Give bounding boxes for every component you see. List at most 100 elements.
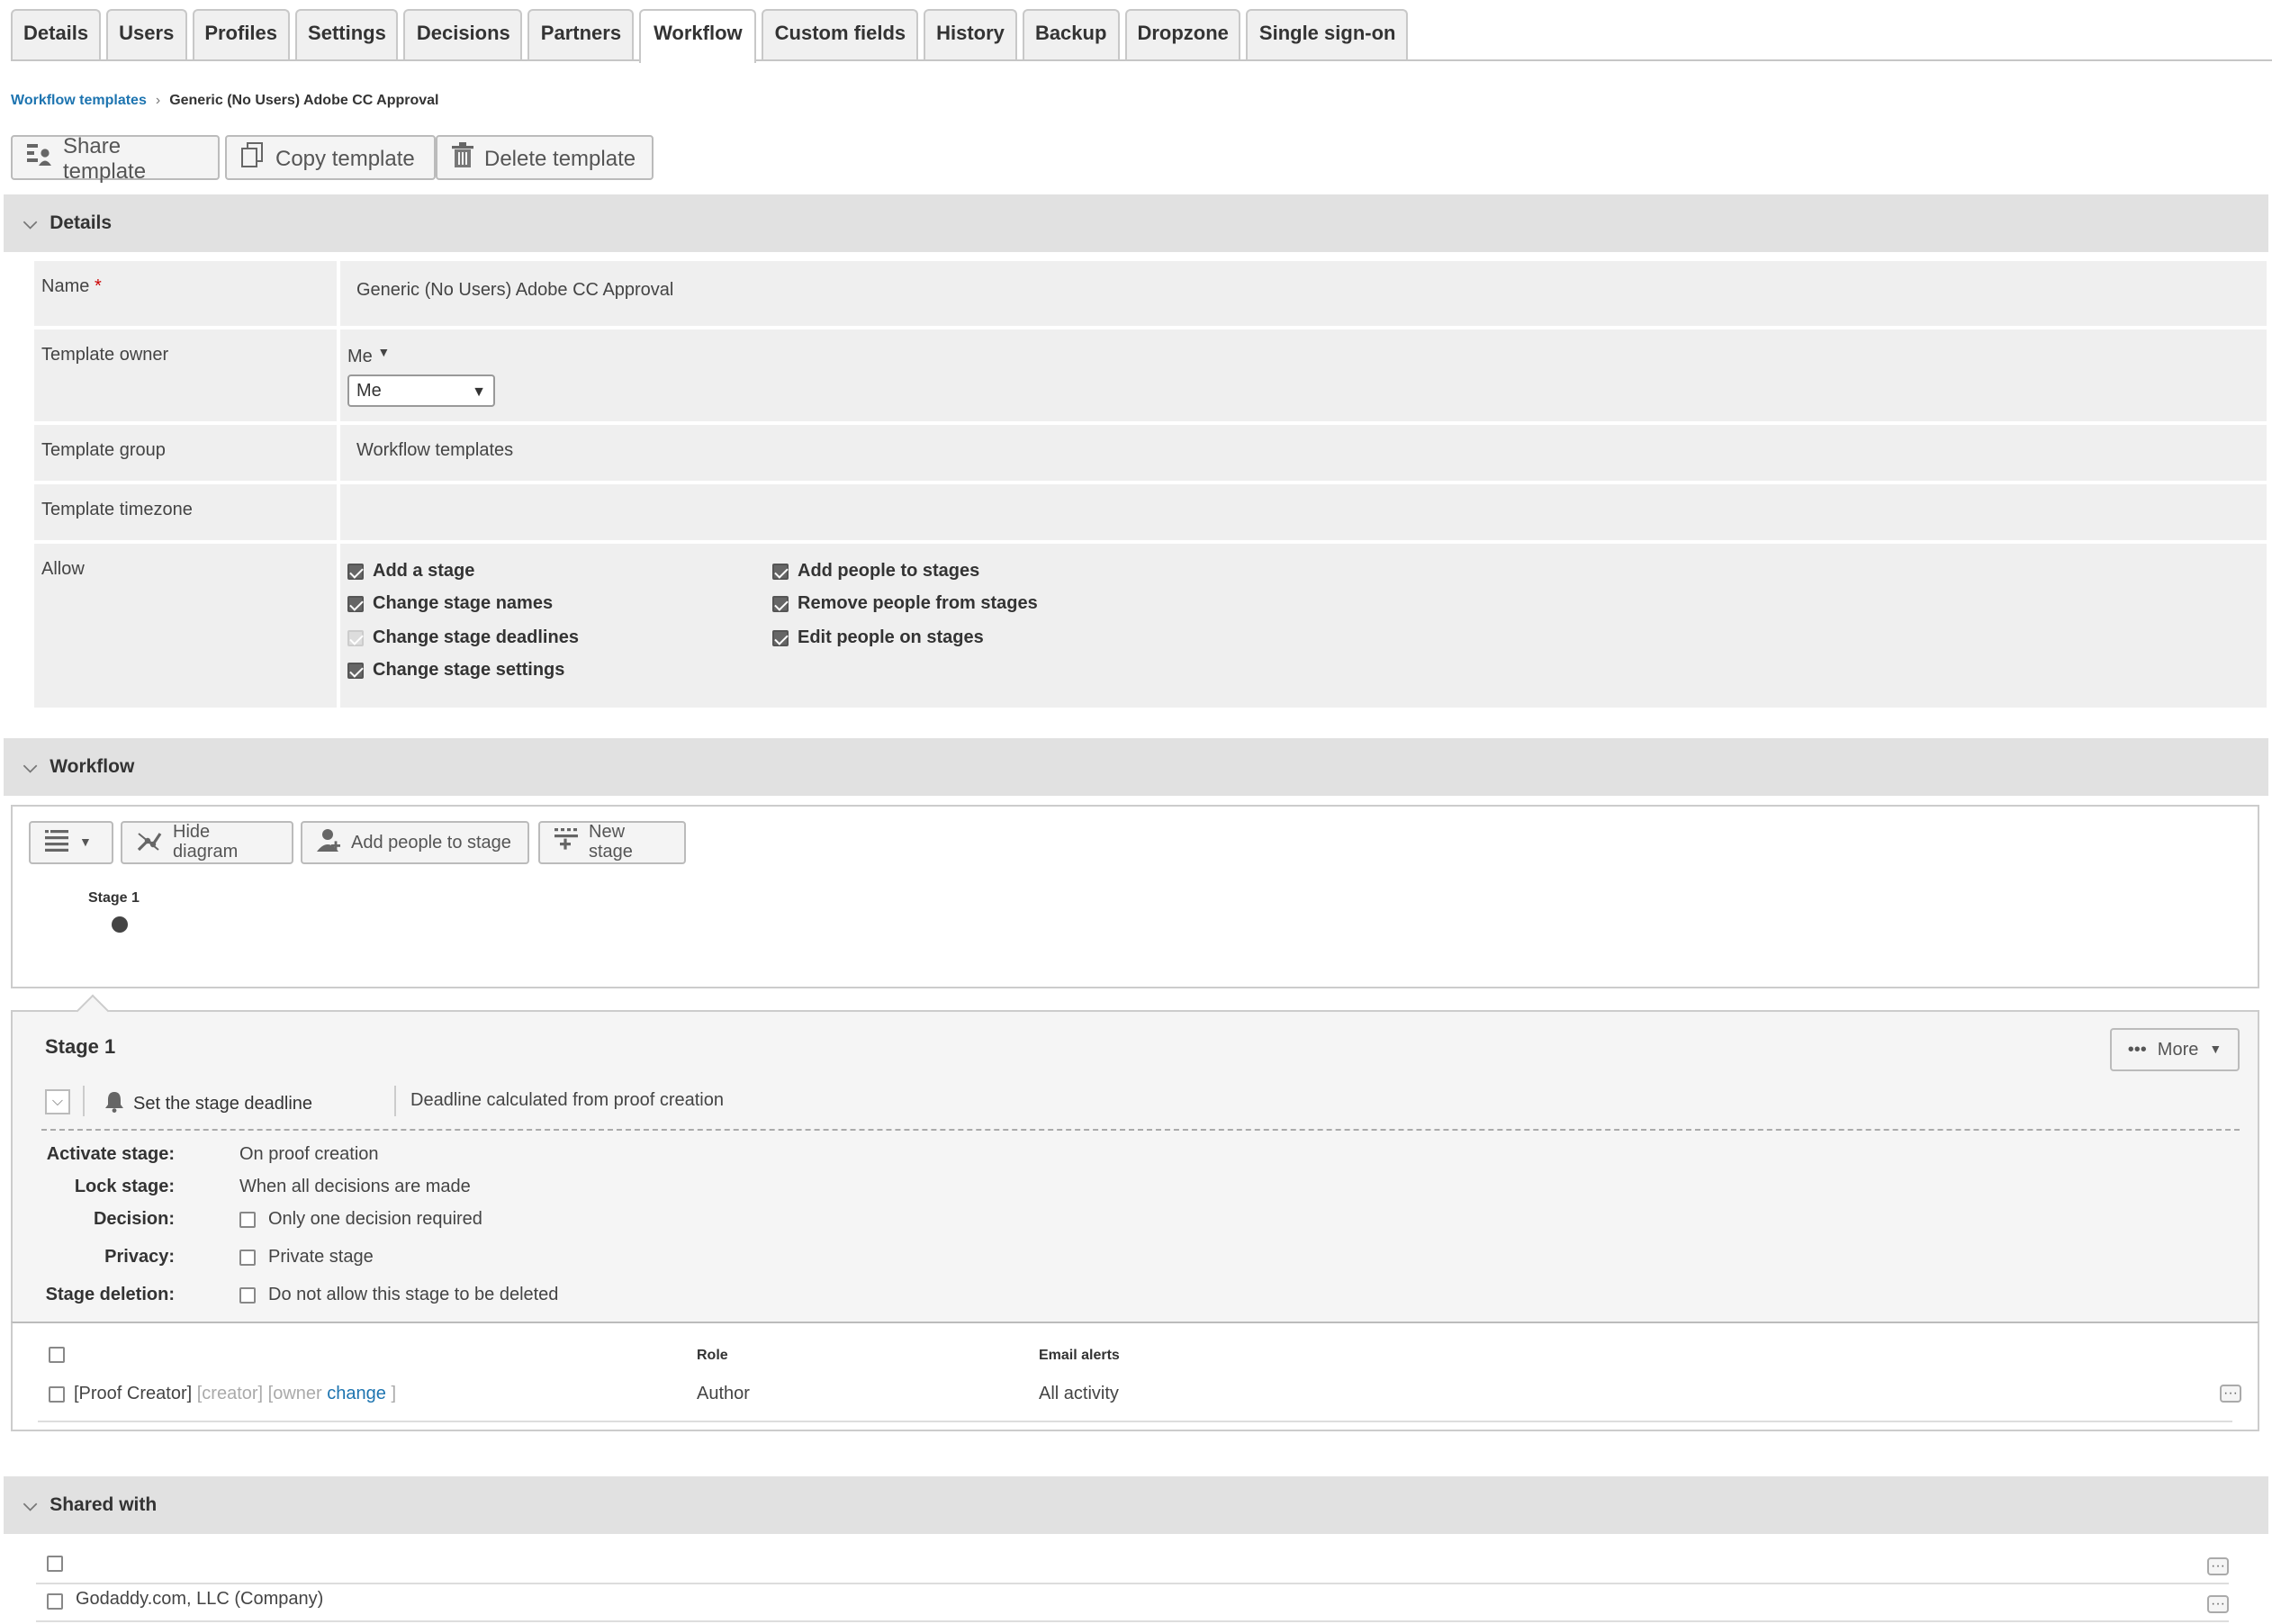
required-mark: * [94, 277, 102, 297]
add-people-to-stage-button[interactable]: Add people to stage [301, 821, 529, 864]
copy-template-button[interactable]: Copy template [225, 135, 436, 180]
panel-pointer [76, 994, 110, 1028]
lock-stage-label: Lock stage: [13, 1177, 175, 1203]
diagram-stage-node[interactable] [112, 916, 128, 933]
name-label: Name * [34, 261, 337, 326]
share-template-button[interactable]: Share template [11, 132, 220, 183]
checkbox[interactable] [772, 596, 789, 612]
row-actions-ellipsis-icon[interactable]: ··· [2220, 1385, 2241, 1403]
workflow-section-header[interactable]: ⌵ Workflow [4, 738, 2268, 796]
view-menu-button[interactable]: ▼ [29, 821, 113, 864]
group-value: Workflow templates [340, 425, 2267, 481]
details-heading: Details [50, 212, 113, 234]
allow-add-stage[interactable]: Add a stage [347, 562, 474, 582]
decision-key: Decision: [93, 1210, 175, 1230]
checkbox[interactable] [239, 1287, 256, 1304]
tab-single-sign-on[interactable]: Single sign-on [1246, 9, 1409, 59]
stage-deletion-label: Stage deletion: [13, 1286, 175, 1311]
stage-deletion-key: Stage deletion: [45, 1286, 175, 1305]
workflow-heading: Workflow [50, 756, 135, 778]
owner-select[interactable]: Me ▼ [347, 374, 495, 407]
new-stage-button[interactable]: New stage [538, 821, 686, 864]
allow-add-people[interactable]: Add people to stages [772, 562, 979, 582]
allow-edit-people[interactable]: Edit people on stages [772, 628, 984, 648]
stage-deletion-option[interactable]: Do not allow this stage to be deleted [239, 1286, 558, 1305]
tab-details[interactable]: Details [11, 9, 102, 59]
allow-change-stage-names[interactable]: Change stage names [347, 594, 553, 614]
select-all-checkbox[interactable] [49, 1347, 65, 1363]
table-row-person: [Proof Creator] [creator] [owner change … [74, 1385, 396, 1404]
tab-partners[interactable]: Partners [527, 9, 635, 59]
checkbox[interactable] [772, 564, 789, 580]
decision-label: Decision: [13, 1210, 175, 1235]
checkbox[interactable] [239, 1250, 256, 1266]
privacy-label: Privacy: [13, 1248, 175, 1273]
add-stage-icon [554, 828, 578, 857]
allow-change-stage-settings[interactable]: Change stage settings [347, 661, 564, 681]
checkbox[interactable] [347, 564, 364, 580]
person-name: [Proof Creator] [74, 1385, 193, 1404]
chevron-down-icon[interactable]: ⌵ [45, 1089, 70, 1114]
activate-stage-label: Activate stage: [13, 1145, 175, 1170]
caret-down-icon: ▼ [79, 836, 92, 849]
name-value[interactable]: Generic (No Users) Adobe CC Approval [340, 261, 2267, 326]
tab-workflow[interactable]: Workflow [639, 9, 757, 63]
allow-remove-people[interactable]: Remove people from stages [772, 594, 1038, 614]
hide-diagram-button[interactable]: Hide diagram [121, 821, 293, 864]
stage-title: Stage 1 [45, 1037, 116, 1059]
more-label: More [2157, 1040, 2199, 1060]
tab-history[interactable]: History [924, 9, 1017, 59]
name-row: Name * Generic (No Users) Adobe CC Appro… [34, 261, 2267, 326]
shared-with-section-header[interactable]: ⌵ Shared with [4, 1476, 2268, 1534]
person-tags-end: ] [391, 1385, 397, 1404]
timezone-value[interactable] [340, 484, 2267, 540]
row-checkbox[interactable] [49, 1386, 65, 1403]
checkbox[interactable] [347, 663, 364, 679]
shared-company-name: Godaddy.com, LLC (Company) [76, 1590, 324, 1610]
decision-option[interactable]: Only one decision required [239, 1210, 482, 1230]
deadline-calculation: Deadline calculated from proof creation [410, 1091, 724, 1111]
set-deadline-label: Set the stage deadline [133, 1095, 313, 1114]
tab-dropzone[interactable]: Dropzone [1124, 9, 1241, 59]
set-deadline-button[interactable]: Set the stage deadline [104, 1091, 312, 1118]
deadline-row: ⌵ Set the stage deadline Deadline calcul… [41, 1082, 2240, 1131]
allow-remove-people-label: Remove people from stages [798, 594, 1038, 614]
checkbox[interactable] [239, 1212, 256, 1228]
stage-people-table: Role Email alerts [Proof Creator] [creat… [11, 1322, 2259, 1431]
tab-settings[interactable]: Settings [295, 9, 399, 59]
share-template-label: Share template [63, 132, 147, 183]
allow-change-stage-names-label: Change stage names [373, 594, 554, 614]
breadcrumb-workflow-templates-link[interactable]: Workflow templates [11, 92, 147, 108]
checkbox[interactable] [347, 596, 364, 612]
privacy-option[interactable]: Private stage [239, 1248, 374, 1268]
shared-with-heading: Shared with [50, 1494, 158, 1516]
checkbox [347, 630, 364, 646]
person-role: Author [697, 1385, 750, 1404]
checkbox[interactable] [772, 630, 789, 646]
copy-icon [241, 142, 265, 173]
details-section-header[interactable]: ⌵ Details [4, 194, 2268, 252]
shared-actions-ellipsis-icon[interactable]: ··· [2207, 1557, 2229, 1575]
allow-label: Allow [34, 544, 337, 708]
owner-text: Me [347, 347, 373, 367]
person-tags: [creator] [owner [196, 1385, 322, 1404]
stage-deletion-value: Do not allow this stage to be deleted [268, 1286, 559, 1305]
shared-select-all-checkbox[interactable] [47, 1556, 63, 1572]
allow-edit-people-label: Edit people on stages [798, 628, 984, 648]
tab-backup[interactable]: Backup [1022, 9, 1120, 59]
caret-down-icon[interactable]: ▼ [377, 347, 390, 360]
shared-row-actions-ellipsis-icon[interactable]: ··· [2207, 1595, 2229, 1613]
diagram-icon [137, 829, 162, 856]
more-button[interactable]: ••• More ▼ [2110, 1028, 2240, 1071]
allow-options [340, 544, 2267, 708]
tab-profiles[interactable]: Profiles [192, 9, 291, 59]
tab-decisions[interactable]: Decisions [403, 9, 523, 59]
allow-add-stage-label: Add a stage [373, 562, 475, 582]
delete-template-button[interactable]: Delete template [436, 135, 654, 180]
tab-custom-fields[interactable]: Custom fields [762, 9, 919, 59]
change-owner-link[interactable]: change [327, 1385, 386, 1404]
group-label: Template group [34, 425, 337, 481]
tab-users[interactable]: Users [106, 9, 187, 59]
shared-row-checkbox[interactable] [47, 1593, 63, 1610]
hide-diagram-label: Hide diagram [173, 823, 239, 862]
